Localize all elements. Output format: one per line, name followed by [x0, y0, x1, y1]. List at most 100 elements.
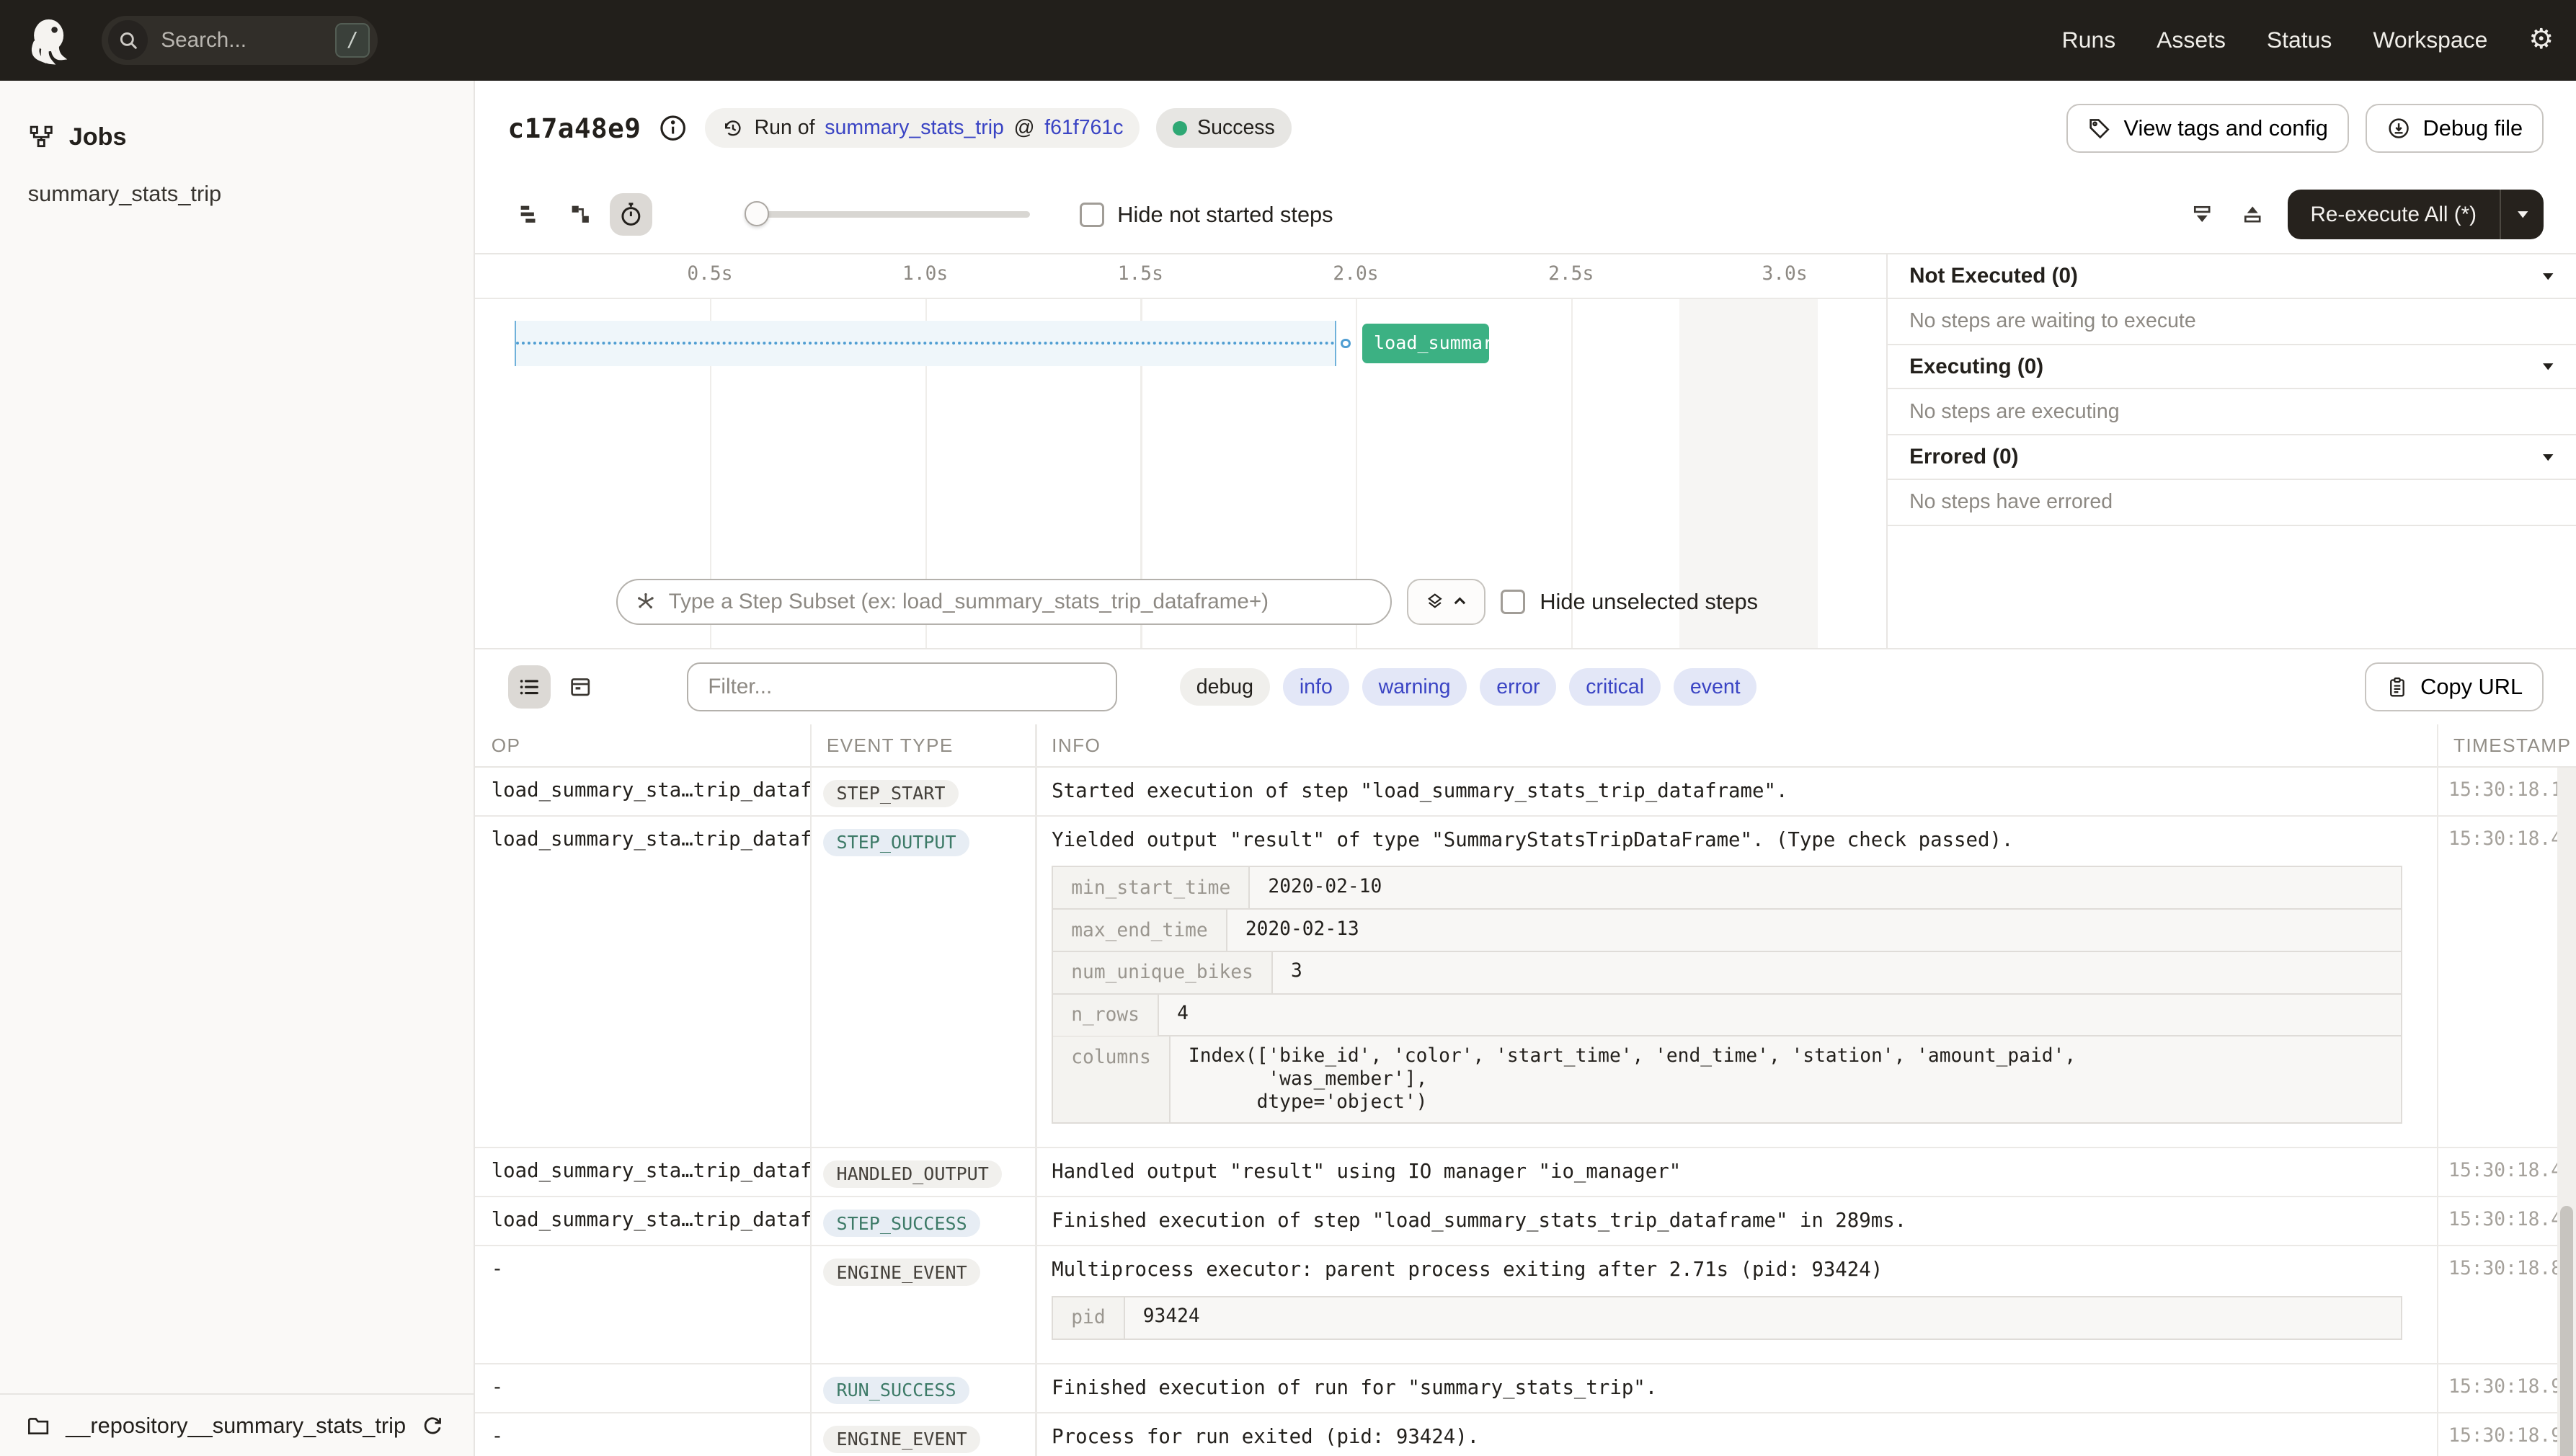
gantt-section: 0.5s 1.0s 1.5s 2.0s 2.5s 3.0s load_summa… [474, 254, 2576, 649]
reexecute-dropdown-caret[interactable] [2501, 190, 2544, 239]
subset-apply-button[interactable] [1406, 578, 1486, 625]
run-info-icon[interactable] [657, 112, 688, 143]
gantt-waterfall-view-icon[interactable] [559, 193, 601, 236]
debug-file-button[interactable]: Debug file [2366, 103, 2544, 154]
op-selector-icon [634, 590, 657, 613]
panel-section-errored[interactable]: Errored (0) [1888, 435, 2576, 480]
gantt-zoom-slider[interactable] [744, 201, 1031, 226]
history-icon [721, 117, 745, 140]
engine-metadata-table: pid 93424 [1052, 1295, 2403, 1340]
folder-icon [26, 1413, 50, 1438]
global-search[interactable]: Search... / [102, 15, 378, 66]
gantt-flat-view-icon[interactable] [508, 193, 551, 236]
log-scrollbar[interactable] [2557, 767, 2576, 1456]
view-tags-config-button[interactable]: View tags and config [2066, 103, 2350, 154]
clipboard-icon [2386, 675, 2409, 698]
axis-divider [474, 297, 1887, 299]
collapse-down-icon[interactable] [2180, 193, 2223, 236]
level-chip-info[interactable]: info [1283, 667, 1349, 706]
reload-repository-icon[interactable] [421, 1414, 444, 1437]
panel-section-executing[interactable]: Executing (0) [1888, 345, 2576, 390]
col-op: OP [491, 734, 521, 756]
panel-section-not-executed[interactable]: Not Executed (0) [1888, 254, 2576, 299]
gantt-timed-view-icon[interactable] [609, 193, 653, 236]
slider-knob[interactable] [744, 201, 769, 226]
repository-footer: __repository__summary_stats_trip [0, 1393, 474, 1456]
copy-url-button[interactable]: Copy URL [2364, 662, 2544, 712]
axis-tick: 0.5s [687, 262, 733, 285]
event-log-table: OP EVENT TYPE INFO TIMESTAMP load_summar… [474, 724, 2576, 1456]
level-chip-event[interactable]: event [1674, 667, 1757, 706]
chevron-down-icon [2542, 453, 2554, 461]
reexecute-all-button[interactable]: Re-execute All (*) [2288, 190, 2500, 239]
chevron-down-icon [2542, 363, 2554, 370]
level-chip-critical[interactable]: critical [1569, 667, 1661, 706]
nav-runs[interactable]: Runs [2062, 27, 2115, 53]
event-type-chip: RUN_SUCCESS [823, 1376, 969, 1404]
download-debug-icon [2386, 116, 2411, 141]
log-list-view-icon[interactable] [507, 665, 551, 709]
axis-tick: 1.0s [902, 262, 949, 285]
nav-workspace[interactable]: Workspace [2373, 27, 2487, 53]
log-row[interactable]: - ENGINE_EVENT Multiprocess executor: pa… [474, 1246, 2576, 1364]
log-row[interactable]: - RUN_SUCCESS Finished execution of run … [474, 1364, 2576, 1414]
job-link[interactable]: summary_stats_trip [825, 116, 1004, 140]
event-type-chip: STEP_OUTPUT [823, 828, 969, 856]
log-row[interactable]: load_summary_sta…trip_dataframe STEP_OUT… [474, 817, 2576, 1148]
run-of-prefix: Run of [754, 116, 815, 140]
panel-empty-message: No steps are executing [1888, 389, 2576, 436]
event-type-chip: ENGINE_EVENT [823, 1425, 980, 1453]
event-type-chip: ENGINE_EVENT [823, 1259, 980, 1287]
hide-unselected-checkbox[interactable] [1500, 589, 1525, 614]
axis-tick: 3.0s [1762, 262, 1808, 285]
panel-empty-message: No steps have errored [1888, 480, 2576, 526]
panel-empty-message: No steps are waiting to execute [1888, 299, 2576, 345]
timestamp: 15:30:18.895 [2448, 1258, 2576, 1280]
nav-status[interactable]: Status [2267, 27, 2332, 53]
sidebar-item-summary-stats-trip[interactable]: summary_stats_trip [0, 151, 474, 207]
timestamp: 15:30:18.427 [2448, 828, 2576, 850]
search-shortcut-key: / [335, 22, 370, 58]
col-event-type: EVENT TYPE [826, 734, 954, 756]
scrollbar-thumb[interactable] [2560, 1206, 2574, 1456]
snapshot-link[interactable]: f61f761c [1044, 116, 1123, 140]
run-of-tag: Run of summary_stats_trip @ f61f761c [705, 108, 1140, 148]
axis-tick: 2.0s [1333, 262, 1379, 285]
reexecute-button-group: Re-execute All (*) [2287, 190, 2544, 239]
log-row[interactable]: load_summary_sta…trip_dataframe STEP_STA… [474, 768, 2576, 817]
sidebar-section-title: Jobs [68, 123, 127, 151]
hide-not-started-checkbox[interactable] [1079, 202, 1105, 227]
at-separator: @ [1013, 116, 1035, 140]
gantt-chart[interactable]: 0.5s 1.0s 1.5s 2.0s 2.5s 3.0s load_summa… [474, 254, 1887, 648]
step-status-panel: Not Executed (0) No steps are waiting to… [1886, 254, 2576, 648]
gantt-step-chip[interactable]: load_summary_stats_trip_dataframe [1362, 324, 1489, 363]
step-wait-region [514, 320, 1336, 367]
log-row[interactable]: load_summary_sta…trip_dataframe HANDLED_… [474, 1148, 2576, 1198]
search-icon [108, 20, 148, 61]
axis-tick: 2.5s [1548, 262, 1594, 285]
settings-gear-icon[interactable]: ⚙ [2528, 26, 2554, 54]
level-chip-warning[interactable]: warning [1362, 667, 1467, 706]
log-row[interactable]: - ENGINE_EVENT Process for run exited (p… [475, 1413, 2576, 1456]
timestamp: 15:30:18.451 [2448, 1209, 2576, 1231]
col-info: INFO [1052, 734, 1101, 756]
hide-not-started-label: Hide not started steps [1117, 201, 1333, 227]
gantt-toolbar: Hide not started steps Re-execute All (*… [474, 176, 2576, 255]
level-chip-error[interactable]: error [1480, 667, 1557, 706]
log-row[interactable]: load_summary_sta…trip_dataframe STEP_SUC… [474, 1197, 2576, 1247]
timestamp: 15:30:18.925 [2448, 1425, 2576, 1447]
event-type-chip: HANDLED_OUTPUT [823, 1160, 1003, 1188]
top-navigation-bar: Search... / Runs Assets Status Workspace… [0, 0, 2576, 81]
nav-assets[interactable]: Assets [2157, 27, 2226, 53]
level-chip-debug[interactable]: debug [1179, 667, 1270, 706]
log-structured-view-icon[interactable] [559, 665, 601, 708]
run-status-badge: Success [1156, 108, 1292, 148]
hide-unselected-label: Hide unselected steps [1540, 588, 1759, 614]
log-filter-input[interactable] [686, 662, 1118, 712]
run-header: c17a48e9 Run of summary_stats_trip @ f61… [475, 81, 2576, 176]
event-type-chip: STEP_SUCCESS [823, 1209, 980, 1238]
output-metadata-table: min_start_time 2020-02-10 max_end_time 202… [1052, 866, 2403, 1124]
dagster-logo-icon[interactable] [23, 16, 72, 65]
step-subset-input[interactable] [668, 589, 1374, 614]
expand-up-icon[interactable] [2231, 193, 2274, 236]
